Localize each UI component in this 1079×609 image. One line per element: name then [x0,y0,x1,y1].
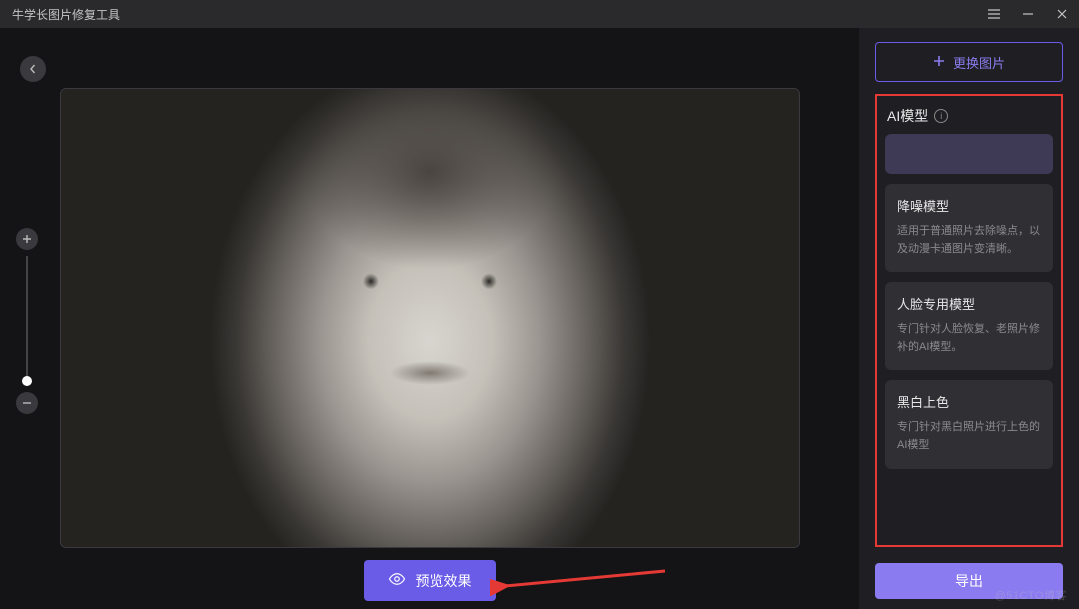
change-image-button[interactable]: 更换图片 [875,42,1063,82]
selected-model-placeholder[interactable] [885,134,1053,174]
image-viewport[interactable] [60,88,800,548]
ai-model-section-title: AI模型 i [885,104,1053,126]
plus-icon [933,55,945,70]
change-image-label: 更换图片 [953,53,1005,72]
minimize-icon[interactable] [1019,5,1037,23]
model-title: 黑白上色 [897,392,1041,411]
export-button-label: 导出 [955,571,983,591]
app-title: 牛学长图片修复工具 [8,6,120,23]
info-icon[interactable]: i [934,109,948,123]
sidebar: 更换图片 AI模型 i 降噪模型 适用于普通照片去除噪点，以及动漫卡通图片变清晰… [859,28,1079,609]
model-title: 人脸专用模型 [897,294,1041,313]
watermark: @51CTO博客 [995,587,1067,603]
titlebar: 牛学长图片修复工具 [0,0,1079,28]
zoom-in-button[interactable] [16,228,38,250]
zoom-slider[interactable] [26,256,28,386]
zoom-controls [16,228,38,414]
main-area: 预览效果 更换图片 AI模型 i [0,28,1079,609]
model-desc: 适用于普通照片去除噪点，以及动漫卡通图片变清晰。 [897,223,1041,258]
model-desc: 专门针对黑白照片进行上色的AI模型 [897,419,1041,454]
model-card-face[interactable]: 人脸专用模型 专门针对人脸恢复、老照片修补的AI模型。 [885,282,1053,370]
preview-button[interactable]: 预览效果 [364,560,496,601]
model-card-denoise[interactable]: 降噪模型 适用于普通照片去除噪点，以及动漫卡通图片变清晰。 [885,184,1053,272]
model-section-highlight: AI模型 i 降噪模型 适用于普通照片去除噪点，以及动漫卡通图片变清晰。 人脸专… [875,94,1063,547]
eye-icon [388,570,406,591]
back-button[interactable] [20,56,46,82]
zoom-thumb[interactable] [22,376,32,386]
canvas-area: 预览效果 [0,28,859,609]
close-icon[interactable] [1053,5,1071,23]
zoom-out-button[interactable] [16,392,38,414]
preview-bar: 预览效果 [0,548,859,601]
loaded-image [61,89,799,547]
ai-model-title-text: AI模型 [887,106,928,126]
model-title: 降噪模型 [897,196,1041,215]
preview-button-label: 预览效果 [416,571,472,591]
model-desc: 专门针对人脸恢复、老照片修补的AI模型。 [897,321,1041,356]
model-card-colorize[interactable]: 黑白上色 专门针对黑白照片进行上色的AI模型 [885,380,1053,468]
menu-icon[interactable] [985,5,1003,23]
arrow-annotation-icon [490,566,670,596]
window-controls [985,5,1071,23]
